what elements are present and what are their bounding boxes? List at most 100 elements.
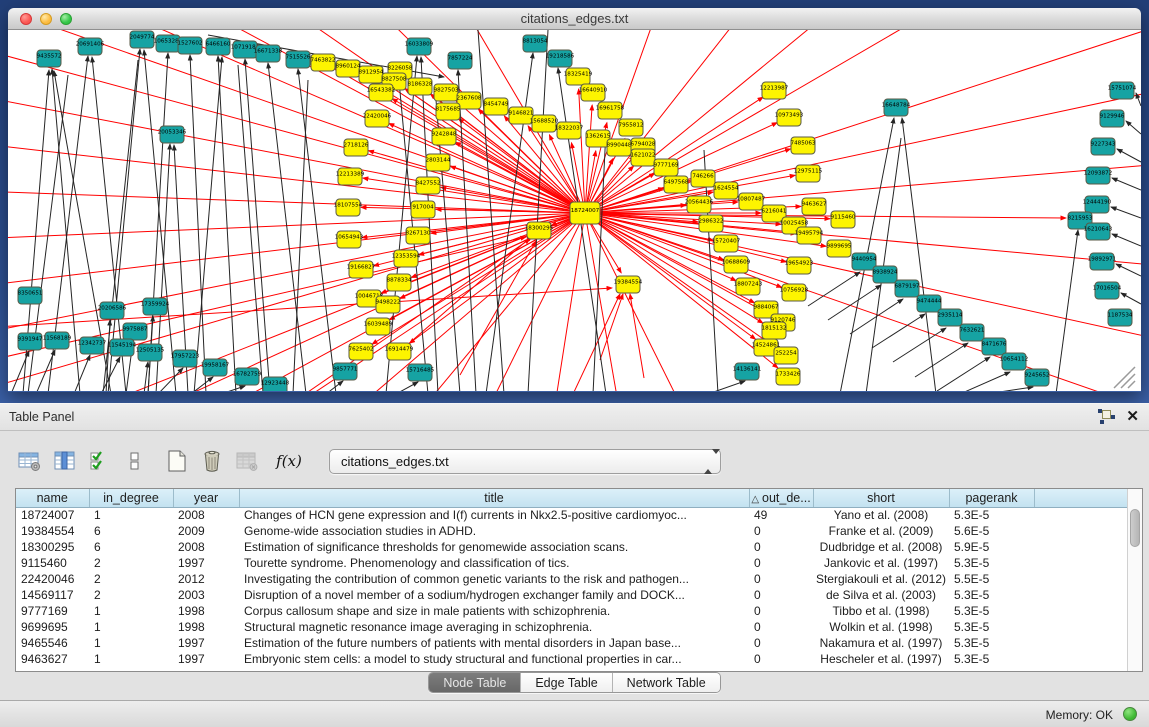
- edge[interactable]: [902, 118, 936, 391]
- table-row[interactable]: 1938455462009Genome-wide association stu…: [16, 523, 1128, 539]
- column-header-pagerank[interactable]: pagerank: [949, 489, 1034, 507]
- edge[interactable]: [268, 63, 306, 391]
- cell-filler: [1034, 507, 1128, 523]
- delete-column-icon[interactable]: [197, 446, 227, 476]
- table-row[interactable]: 1456911722003Disruption of a novel membe…: [16, 587, 1128, 603]
- table-row[interactable]: 1872400712008Changes of HCN gene express…: [16, 507, 1128, 523]
- graph-node-label: 16039489: [364, 322, 393, 328]
- table-row[interactable]: 946554611997Estimation of the future num…: [16, 635, 1128, 651]
- citation-edge[interactable]: [600, 294, 623, 360]
- graph-node-label: 16961758: [596, 106, 625, 112]
- citation-edge[interactable]: [8, 140, 585, 213]
- cell-title: Tourette syndrome. Phenomenology and cla…: [239, 555, 749, 571]
- edge[interactable]: [1056, 230, 1078, 391]
- edge[interactable]: [528, 30, 548, 391]
- network-desktop: citations_edges.txt 94355722069140620497…: [0, 0, 1149, 403]
- memory-ok-indicator[interactable]: [1123, 707, 1137, 721]
- graph-node-label: 12093872: [1084, 171, 1112, 177]
- tab-node-table[interactable]: Node Table: [429, 673, 521, 692]
- table-row[interactable]: 2242004622012Investigating the contribut…: [16, 571, 1128, 587]
- edge[interactable]: [144, 50, 176, 391]
- table-row[interactable]: 977716911998Corpus callosum shape and si…: [16, 603, 1128, 619]
- table-row[interactable]: 969969511998Structural magnetic resonanc…: [16, 619, 1128, 635]
- network-canvas[interactable]: 9435572206914062049774106532871527602646…: [8, 30, 1141, 391]
- column-header-out_de[interactable]: △out_de...: [749, 489, 813, 507]
- panel-close-icon[interactable]: ✕: [1126, 409, 1139, 425]
- edge[interactable]: [893, 328, 946, 362]
- graph-node-label: 8215953: [1068, 216, 1093, 222]
- graph-node-label: 9115460: [831, 215, 856, 221]
- graph-node-label: 16210643: [1084, 227, 1113, 233]
- edge[interactable]: [218, 56, 236, 391]
- cell-out_de: 0: [749, 603, 813, 619]
- show-columns-icon[interactable]: [50, 446, 80, 476]
- citation-edge[interactable]: [630, 294, 644, 378]
- edge[interactable]: [872, 314, 925, 348]
- tab-network-table[interactable]: Network Table: [613, 673, 720, 692]
- edge[interactable]: [458, 70, 476, 391]
- cell-filler: [1034, 603, 1128, 619]
- cell-out_de: 0: [749, 635, 813, 651]
- cell-short: Jankovic et al. (1997): [813, 555, 949, 571]
- graph-node-label: 19654923: [785, 261, 814, 267]
- citation-edge[interactable]: [585, 202, 738, 213]
- network-window: citations_edges.txt 94355722069140620497…: [8, 8, 1141, 392]
- cell-pagerank: 5.3E-5: [949, 507, 1034, 523]
- cell-out_de: 0: [749, 619, 813, 635]
- edge[interactable]: [1121, 293, 1141, 304]
- edge[interactable]: [298, 69, 336, 391]
- table-scrollbar[interactable]: [1127, 489, 1142, 672]
- table-select-dropdown[interactable]: citations_edges.txt: [329, 449, 721, 474]
- tab-edge-table[interactable]: Edge Table: [521, 673, 612, 692]
- edge[interactable]: [1111, 207, 1141, 218]
- edge[interactable]: [1116, 264, 1141, 276]
- cell-in_degree: 6: [89, 539, 173, 555]
- column-header-year[interactable]: year: [173, 489, 239, 507]
- graph-node-label: 11568189: [43, 336, 72, 342]
- cell-filler: [1034, 555, 1128, 571]
- citation-edge[interactable]: [585, 213, 1141, 391]
- select-rows-icon[interactable]: [85, 446, 115, 476]
- table-row[interactable]: 911546021997Tourette syndrome. Phenomeno…: [16, 555, 1128, 571]
- column-header-in_degree[interactable]: in_degree: [89, 489, 173, 507]
- column-header-short[interactable]: short: [813, 489, 949, 507]
- resize-grip-icon[interactable]: [1128, 381, 1135, 388]
- clear-rows-icon[interactable]: [120, 446, 150, 476]
- edge[interactable]: [158, 368, 183, 391]
- table-scrollbar-thumb[interactable]: [1130, 509, 1140, 547]
- graph-node-label: 18724007: [571, 208, 600, 214]
- edge[interactable]: [1112, 178, 1141, 190]
- edge[interactable]: [1117, 149, 1141, 162]
- delete-table-icon[interactable]: [232, 446, 262, 476]
- edge[interactable]: [915, 343, 968, 377]
- edge[interactable]: [245, 59, 270, 391]
- citation-edge[interactable]: [8, 213, 585, 240]
- citation-edge[interactable]: [585, 213, 708, 391]
- cell-pagerank: 5.9E-5: [949, 539, 1034, 555]
- edge[interactable]: [828, 285, 881, 320]
- edge[interactable]: [36, 350, 55, 391]
- table-row[interactable]: 1830029562008Estimation of significance …: [16, 539, 1128, 555]
- edge[interactable]: [808, 272, 860, 306]
- table-row[interactable]: 946362711997Embryonic stem cells: a mode…: [16, 651, 1128, 667]
- float-window-icon[interactable]: [1098, 409, 1114, 425]
- graph-node-label: 746266: [692, 174, 714, 180]
- edge[interactable]: [960, 372, 1010, 391]
- table-panel-title: Table Panel: [9, 410, 74, 424]
- edge[interactable]: [1112, 234, 1141, 246]
- function-builder-icon[interactable]: f(x): [274, 446, 304, 476]
- column-header-name[interactable]: name: [16, 489, 89, 507]
- create-column-icon[interactable]: [162, 446, 192, 476]
- edge[interactable]: [11, 351, 29, 391]
- table-settings-icon[interactable]: [15, 446, 45, 476]
- edge[interactable]: [396, 382, 418, 391]
- edge[interactable]: [986, 387, 1033, 391]
- edge[interactable]: [937, 357, 990, 391]
- edge[interactable]: [1126, 121, 1141, 134]
- edge[interactable]: [221, 386, 245, 391]
- edge[interactable]: [708, 381, 745, 391]
- column-header-title[interactable]: title: [239, 489, 749, 507]
- network-window-titlebar[interactable]: citations_edges.txt: [8, 8, 1141, 30]
- citation-edge[interactable]: [8, 190, 585, 213]
- resize-grip-icon[interactable]: [1121, 374, 1135, 388]
